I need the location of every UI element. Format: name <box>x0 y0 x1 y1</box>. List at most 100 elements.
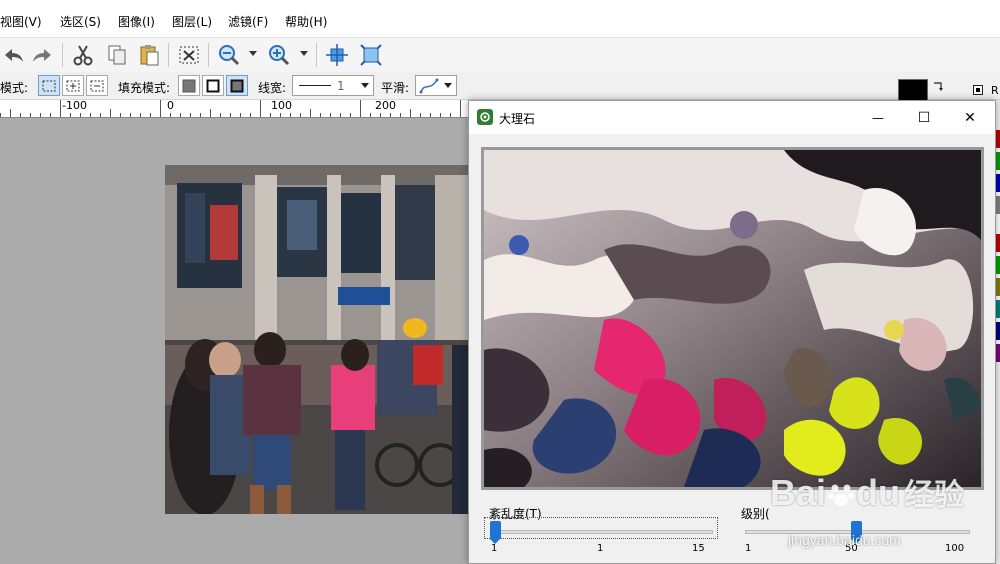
paste-icon[interactable] <box>136 42 162 68</box>
ruler-tick <box>320 113 321 117</box>
radio-r-icon[interactable] <box>973 85 983 95</box>
ruler-tick <box>20 113 21 117</box>
ruler-tick <box>300 113 301 117</box>
ruler-tick <box>340 113 341 117</box>
undo-icon[interactable] <box>0 42 26 68</box>
ruler-tick <box>270 113 271 117</box>
close-button[interactable]: ✕ <box>947 101 993 134</box>
level-mid: 50 <box>845 543 858 554</box>
line-width-select[interactable]: 1 <box>292 75 374 96</box>
ruler-label: 100 <box>271 100 292 112</box>
zoom-out-icon[interactable] <box>216 42 242 68</box>
ruler-tick <box>420 113 421 117</box>
fill-outline-icon[interactable] <box>202 75 224 96</box>
menu-image[interactable]: 图像(I) <box>118 15 155 29</box>
ruler-tick <box>30 113 31 117</box>
select-mode-add-icon[interactable] <box>62 75 84 96</box>
ruler-tick <box>360 100 361 117</box>
menu-selection[interactable]: 选区(S) <box>60 15 101 29</box>
ruler-tick <box>390 113 391 117</box>
line-width-label: 线宽: <box>258 81 287 95</box>
filter-preview <box>481 147 984 490</box>
ruler-tick <box>400 113 401 117</box>
toolbar <box>0 38 1000 72</box>
ruler-tick <box>130 113 131 117</box>
ruler-tick <box>110 109 111 117</box>
menu-filter[interactable]: 滤镜(F) <box>228 15 268 29</box>
ruler-tick <box>240 113 241 117</box>
ruler-tick <box>370 113 371 117</box>
zoom-in-icon[interactable] <box>266 42 292 68</box>
ruler-tick <box>210 109 211 117</box>
level-slider-thumb[interactable] <box>850 521 862 544</box>
close-icon: ✕ <box>964 109 976 126</box>
select-mode-new-icon[interactable] <box>38 75 60 96</box>
select-mode-subtract-icon[interactable] <box>86 75 108 96</box>
ruler-tick <box>430 113 431 117</box>
ruler-tick <box>140 113 141 117</box>
menu-layer[interactable]: 图层(L) <box>172 15 212 29</box>
level-group: 级别( 1 50 100 <box>733 505 983 559</box>
ruler-tick <box>410 109 411 117</box>
turbulence-mid: 1 <box>597 543 604 554</box>
canvas-area[interactable] <box>0 118 470 564</box>
ruler-tick <box>40 113 41 117</box>
ruler-tick <box>120 113 121 117</box>
ruler-label: -100 <box>62 100 87 112</box>
ruler-tick <box>380 113 381 117</box>
maximize-icon: ☐ <box>917 109 931 126</box>
ruler-tick <box>290 113 291 117</box>
zoom-out-dropdown-icon[interactable] <box>249 51 257 56</box>
ruler-label: 0 <box>167 100 174 112</box>
menu-view[interactable]: 视图(V) <box>0 15 42 29</box>
app-icon <box>477 109 493 125</box>
maximize-button[interactable]: ☐ <box>901 101 947 134</box>
fill-mode-label: 填充模式: <box>118 81 171 95</box>
smooth-select[interactable] <box>415 75 457 96</box>
menu-help[interactable]: 帮助(H) <box>285 15 327 29</box>
ruler-tick <box>10 109 11 117</box>
swap-colors-icon[interactable] <box>932 80 944 94</box>
ruler-tick <box>160 100 161 117</box>
zoom-in-dropdown-icon[interactable] <box>300 51 308 56</box>
ruler-tick <box>310 109 311 117</box>
turbulence-slider-thumb[interactable] <box>490 521 501 544</box>
redo-icon[interactable] <box>30 42 56 68</box>
ruler-tick <box>460 100 461 117</box>
fit-window-icon[interactable] <box>358 42 384 68</box>
minimize-button[interactable]: — <box>855 101 901 134</box>
ruler-tick <box>50 113 51 117</box>
deselect-icon[interactable] <box>176 42 202 68</box>
chevron-down-icon <box>361 83 369 88</box>
ruler-tick <box>150 113 151 117</box>
ruler-tick <box>180 113 181 117</box>
copy-icon[interactable] <box>104 42 130 68</box>
right-panel-label: R <box>991 84 999 97</box>
level-min: 1 <box>745 543 752 554</box>
ruler-tick <box>80 113 81 117</box>
level-label: 级别( <box>741 507 770 521</box>
fill-both-icon[interactable] <box>226 75 248 96</box>
toolbar-separator <box>168 43 169 67</box>
menu-bar: 视图(V) 选区(S) 图像(I) 图层(L) 滤镜(F) 帮助(H) <box>0 0 1000 38</box>
level-max: 100 <box>945 543 965 554</box>
line-width-value: 1 <box>337 79 345 93</box>
ruler-tick <box>350 113 351 117</box>
smooth-curve-icon <box>419 78 439 94</box>
turbulence-focus-box <box>484 517 718 539</box>
toolbar-separator <box>316 43 317 67</box>
ruler-tick <box>100 113 101 117</box>
crosshair-icon[interactable] <box>324 42 350 68</box>
ruler-tick <box>450 113 451 117</box>
ruler-tick <box>330 113 331 117</box>
minimize-icon: — <box>872 110 884 125</box>
fill-solid-icon[interactable] <box>178 75 200 96</box>
ruler-tick <box>230 113 231 117</box>
turbulence-group: 紊乱度(T) 1 1 15 <box>481 505 725 559</box>
cut-icon[interactable] <box>70 42 96 68</box>
ruler-tick <box>190 113 191 117</box>
turbulence-min: 1 <box>491 543 498 554</box>
dialog-titlebar[interactable]: 大理石 — ☐ ✕ <box>469 101 995 134</box>
line-sample <box>299 85 331 86</box>
dialog-title: 大理石 <box>499 112 536 126</box>
